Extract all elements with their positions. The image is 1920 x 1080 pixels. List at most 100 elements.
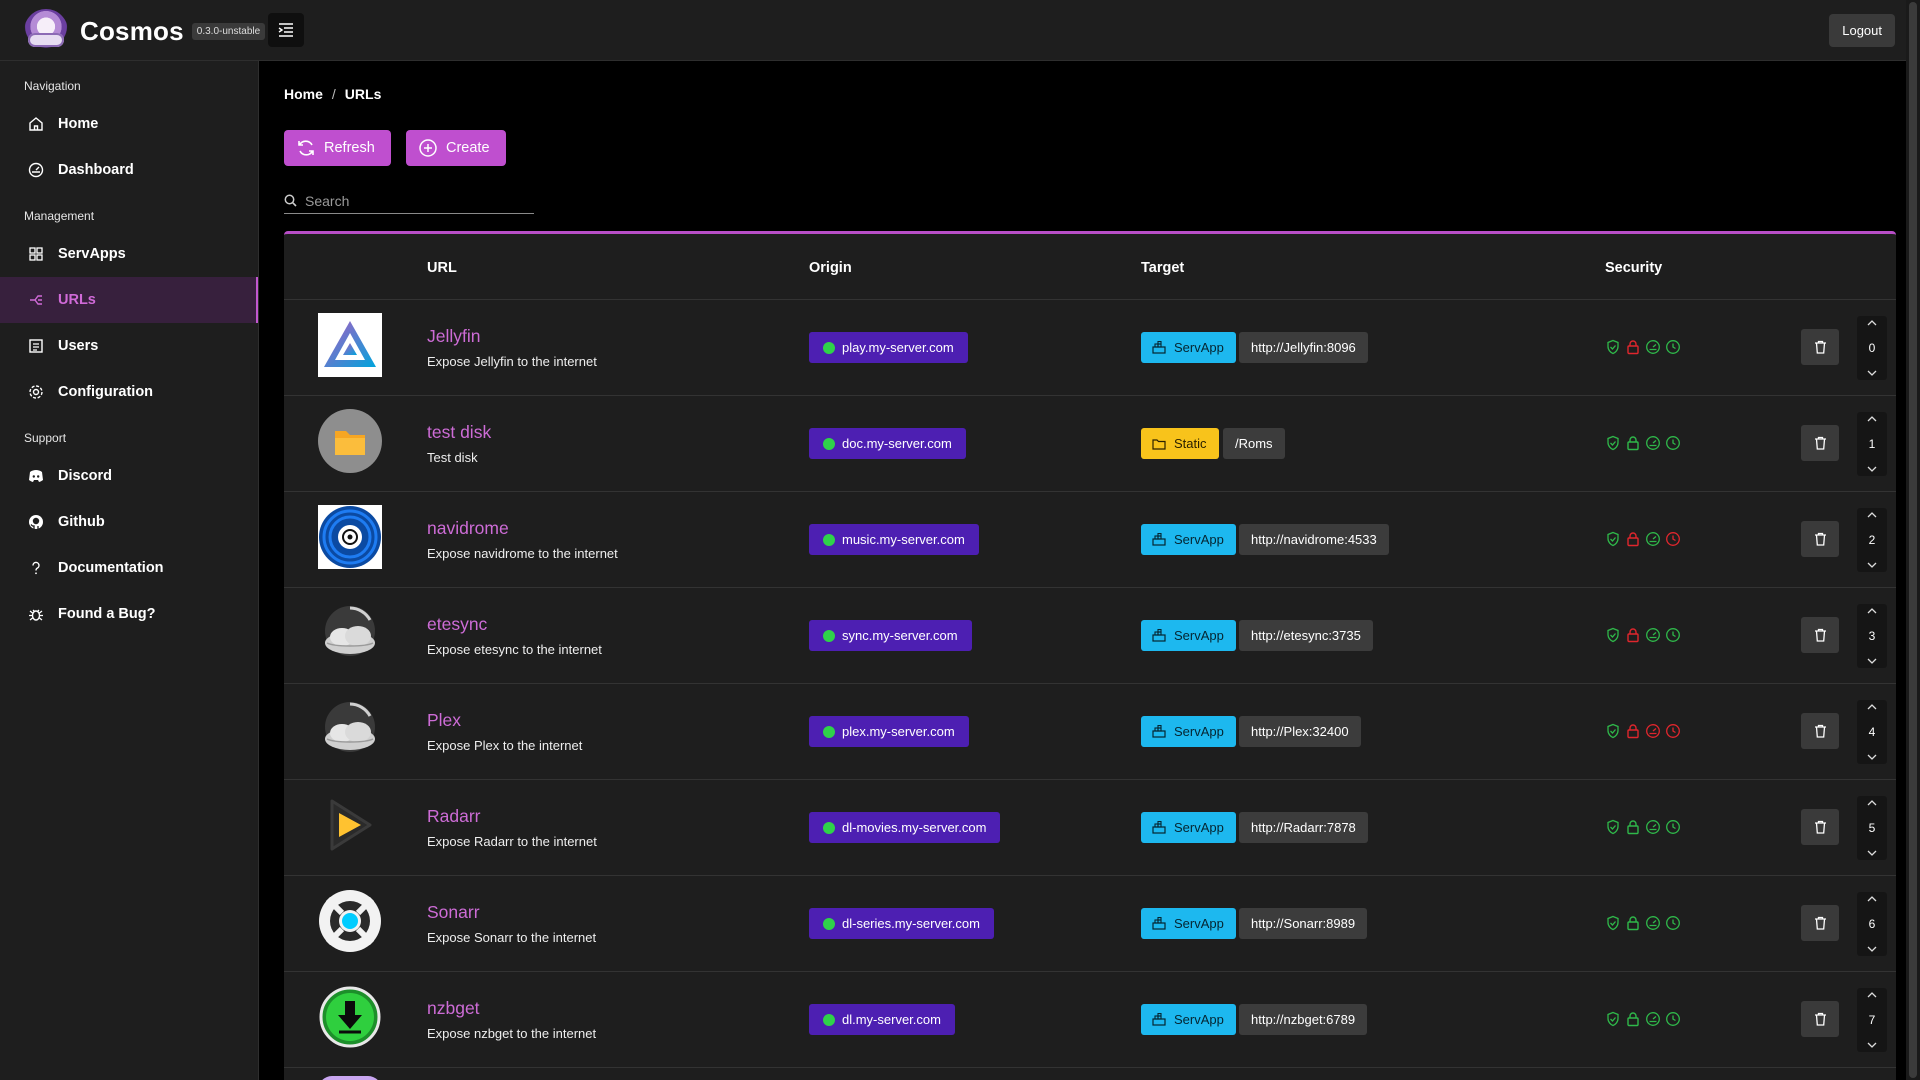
- move-down-button[interactable]: [1867, 466, 1877, 473]
- url-name-link[interactable]: Jellyfin: [427, 326, 481, 347]
- move-down-button[interactable]: [1867, 562, 1877, 569]
- target-type-badge: ServApp: [1141, 332, 1236, 363]
- logout-button[interactable]: Logout: [1829, 14, 1895, 47]
- sidebar-item-home[interactable]: Home: [0, 101, 258, 147]
- container-icon: [1152, 1012, 1166, 1027]
- target-value: http://Jellyfin:8096: [1239, 332, 1368, 363]
- trash-icon: [1814, 340, 1826, 354]
- move-up-button[interactable]: [1867, 607, 1877, 614]
- header-target[interactable]: Target: [1141, 260, 1184, 276]
- url-name-link[interactable]: etesync: [427, 614, 487, 635]
- sidebar-item-github[interactable]: Github: [0, 499, 258, 545]
- breadcrumb-home[interactable]: Home: [284, 86, 323, 102]
- move-up-button[interactable]: [1867, 703, 1877, 710]
- origin-host: dl-movies.my-server.com: [842, 820, 987, 835]
- origin-badge[interactable]: music.my-server.com: [809, 524, 979, 555]
- header-url[interactable]: URL: [427, 260, 457, 276]
- delete-button[interactable]: [1801, 425, 1839, 461]
- origin-badge[interactable]: doc.my-server.com: [809, 428, 966, 459]
- sidebar-item-servapps[interactable]: ServApps: [0, 231, 258, 277]
- table-row[interactable]: navidrome Expose navidrome to the intern…: [284, 492, 1896, 588]
- url-description: Expose Sonarr to the internet: [427, 930, 597, 945]
- move-down-button[interactable]: [1867, 850, 1877, 857]
- status-dot-icon: [823, 917, 835, 930]
- origin-badge[interactable]: dl-series.my-server.com: [809, 908, 994, 939]
- container-icon: [1152, 532, 1166, 547]
- sidebar-item-urls[interactable]: URLs: [0, 277, 258, 323]
- home-icon: [28, 116, 44, 132]
- table-row[interactable]: Plex Expose Plex to the internet plex.my…: [284, 684, 1896, 780]
- delete-button[interactable]: [1801, 329, 1839, 365]
- table-row[interactable]: Sonarr Expose Sonarr to the internet dl-…: [284, 876, 1896, 972]
- sidebar-item-configuration[interactable]: Configuration: [0, 369, 258, 415]
- move-down-button[interactable]: [1867, 946, 1877, 953]
- delete-button[interactable]: [1801, 713, 1839, 749]
- chevron-down-icon: [1867, 562, 1877, 568]
- target-value: http://Plex:32400: [1239, 716, 1361, 747]
- version-badge: 0.3.0-unstable: [191, 22, 266, 40]
- move-down-button[interactable]: [1867, 658, 1877, 665]
- header-origin[interactable]: Origin: [809, 260, 852, 276]
- origin-badge[interactable]: dl.my-server.com: [809, 1004, 955, 1035]
- delete-button[interactable]: [1801, 617, 1839, 653]
- table-row[interactable]: Jellyfin Expose Jellyfin to the internet…: [284, 300, 1896, 396]
- move-up-button[interactable]: [1867, 895, 1877, 902]
- url-name-link[interactable]: navidrome: [427, 518, 509, 539]
- bug-icon: [28, 606, 44, 622]
- sidebar-item-found-a-bug[interactable]: Found a Bug?: [0, 591, 258, 637]
- move-up-button[interactable]: [1867, 319, 1877, 326]
- trash-icon: [1814, 628, 1826, 642]
- search-input[interactable]: [305, 192, 525, 209]
- move-up-button[interactable]: [1867, 991, 1877, 998]
- origin-badge[interactable]: plex.my-server.com: [809, 716, 969, 747]
- origin-badge[interactable]: play.my-server.com: [809, 332, 968, 363]
- lock-icon: [1627, 724, 1639, 739]
- header-security[interactable]: Security: [1605, 260, 1662, 276]
- order-number: 0: [1868, 341, 1876, 355]
- delete-button[interactable]: [1801, 809, 1839, 845]
- sidebar-item-users[interactable]: Users: [0, 323, 258, 369]
- table-row[interactable]: test disk Test disk doc.my-server.com St…: [284, 396, 1896, 492]
- origin-badge[interactable]: sync.my-server.com: [809, 620, 972, 651]
- move-up-button[interactable]: [1867, 415, 1877, 422]
- table-row[interactable]: etesync Expose etesync to the internet s…: [284, 588, 1896, 684]
- container-icon: [1152, 628, 1166, 643]
- url-name-link[interactable]: Sonarr: [427, 902, 480, 923]
- target-type-badge: ServApp: [1141, 716, 1236, 747]
- chevron-down-icon: [1867, 466, 1877, 472]
- url-name-link[interactable]: Plex: [427, 710, 461, 731]
- delete-button[interactable]: [1801, 905, 1839, 941]
- target-value: /Roms: [1223, 428, 1285, 459]
- dashboard-gauge-icon: [1646, 628, 1660, 642]
- delete-button[interactable]: [1801, 521, 1839, 557]
- target-type-badge: ServApp: [1141, 620, 1236, 651]
- sidebar-item-label: ServApps: [58, 246, 126, 262]
- move-down-button[interactable]: [1867, 370, 1877, 377]
- move-up-button[interactable]: [1867, 511, 1877, 518]
- scrollbar-thumb[interactable]: [1909, 2, 1917, 1078]
- shield-check-icon: [1607, 531, 1619, 547]
- url-name-link[interactable]: test disk: [427, 422, 491, 443]
- sidebar-item-dashboard[interactable]: Dashboard: [0, 147, 258, 193]
- sidebar-item-documentation[interactable]: Documentation: [0, 545, 258, 591]
- move-down-button[interactable]: [1867, 1042, 1877, 1049]
- table-row[interactable]: nzbget Expose nzbget to the internet dl.…: [284, 972, 1896, 1068]
- create-button[interactable]: Create: [406, 130, 506, 166]
- shield-check-icon: [1607, 435, 1619, 451]
- target-value: http://Sonarr:8989: [1239, 908, 1368, 939]
- table-row[interactable]: Radarr Expose Radarr to the internet dl-…: [284, 780, 1896, 876]
- origin-badge[interactable]: dl-movies.my-server.com: [809, 812, 1001, 843]
- folder-icon: [1152, 437, 1166, 451]
- refresh-button[interactable]: Refresh: [284, 130, 391, 166]
- url-name-link[interactable]: Radarr: [427, 806, 481, 827]
- move-up-button[interactable]: [1867, 799, 1877, 806]
- page-scrollbar[interactable]: [1906, 0, 1920, 1080]
- lock-icon: [1627, 340, 1639, 355]
- delete-button[interactable]: [1801, 1001, 1839, 1037]
- move-down-button[interactable]: [1867, 754, 1877, 761]
- gear-icon: [28, 384, 44, 400]
- menu-toggle-button[interactable]: [268, 13, 304, 47]
- sidebar-item-discord[interactable]: Discord: [0, 453, 258, 499]
- container-icon: [1152, 916, 1166, 931]
- url-name-link[interactable]: nzbget: [427, 998, 480, 1019]
